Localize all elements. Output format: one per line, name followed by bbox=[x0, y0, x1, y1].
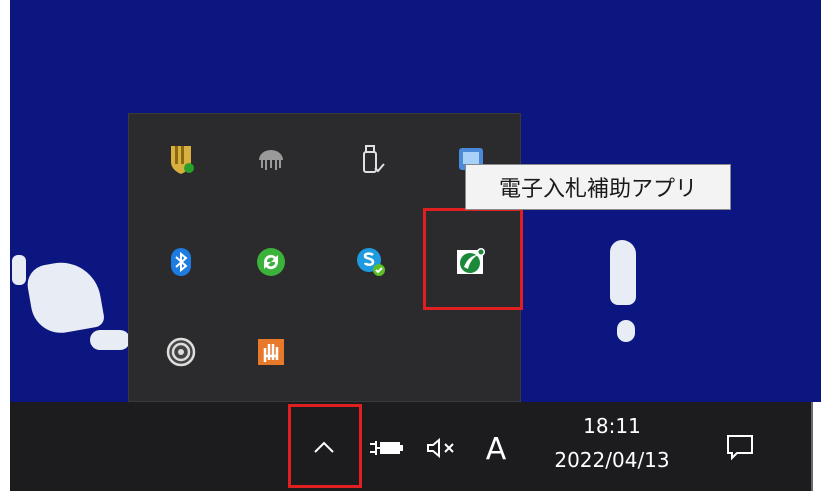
wallpaper-splash bbox=[617, 320, 635, 342]
wallpaper-splash bbox=[24, 256, 106, 338]
volume-muted-icon[interactable] bbox=[418, 430, 466, 466]
target-swirl-icon[interactable] bbox=[153, 324, 209, 380]
usb-safely-remove-icon[interactable] bbox=[343, 132, 399, 188]
clock-date: 2022/04/13 bbox=[554, 448, 670, 472]
taskbar-clock[interactable]: 18:11 2022/04/13 bbox=[537, 410, 687, 482]
skype-icon[interactable] bbox=[343, 234, 399, 290]
ime-indicator[interactable]: A bbox=[474, 424, 518, 474]
clock-time: 18:11 bbox=[583, 414, 641, 438]
power-battery-icon[interactable] bbox=[362, 430, 410, 466]
highlight-box-chevron bbox=[288, 404, 362, 488]
tray-icon-tooltip: 電子入札補助アプリ bbox=[465, 164, 731, 210]
security-shield-icon[interactable] bbox=[153, 132, 209, 188]
cloud-jellyfish-icon[interactable] bbox=[243, 132, 299, 188]
orange-hand-icon[interactable] bbox=[243, 324, 299, 380]
taskbar bbox=[10, 402, 811, 491]
sync-green-icon[interactable] bbox=[243, 234, 299, 290]
show-desktop-divider[interactable] bbox=[811, 402, 813, 491]
wallpaper-splash bbox=[610, 240, 636, 305]
wallpaper-splash bbox=[12, 255, 26, 285]
chat-bubble-icon bbox=[727, 435, 753, 461]
wallpaper-splash bbox=[90, 330, 130, 350]
bluetooth-icon[interactable] bbox=[153, 234, 209, 290]
notification-center-button[interactable] bbox=[716, 422, 764, 472]
highlight-box-app-icon bbox=[423, 208, 523, 310]
